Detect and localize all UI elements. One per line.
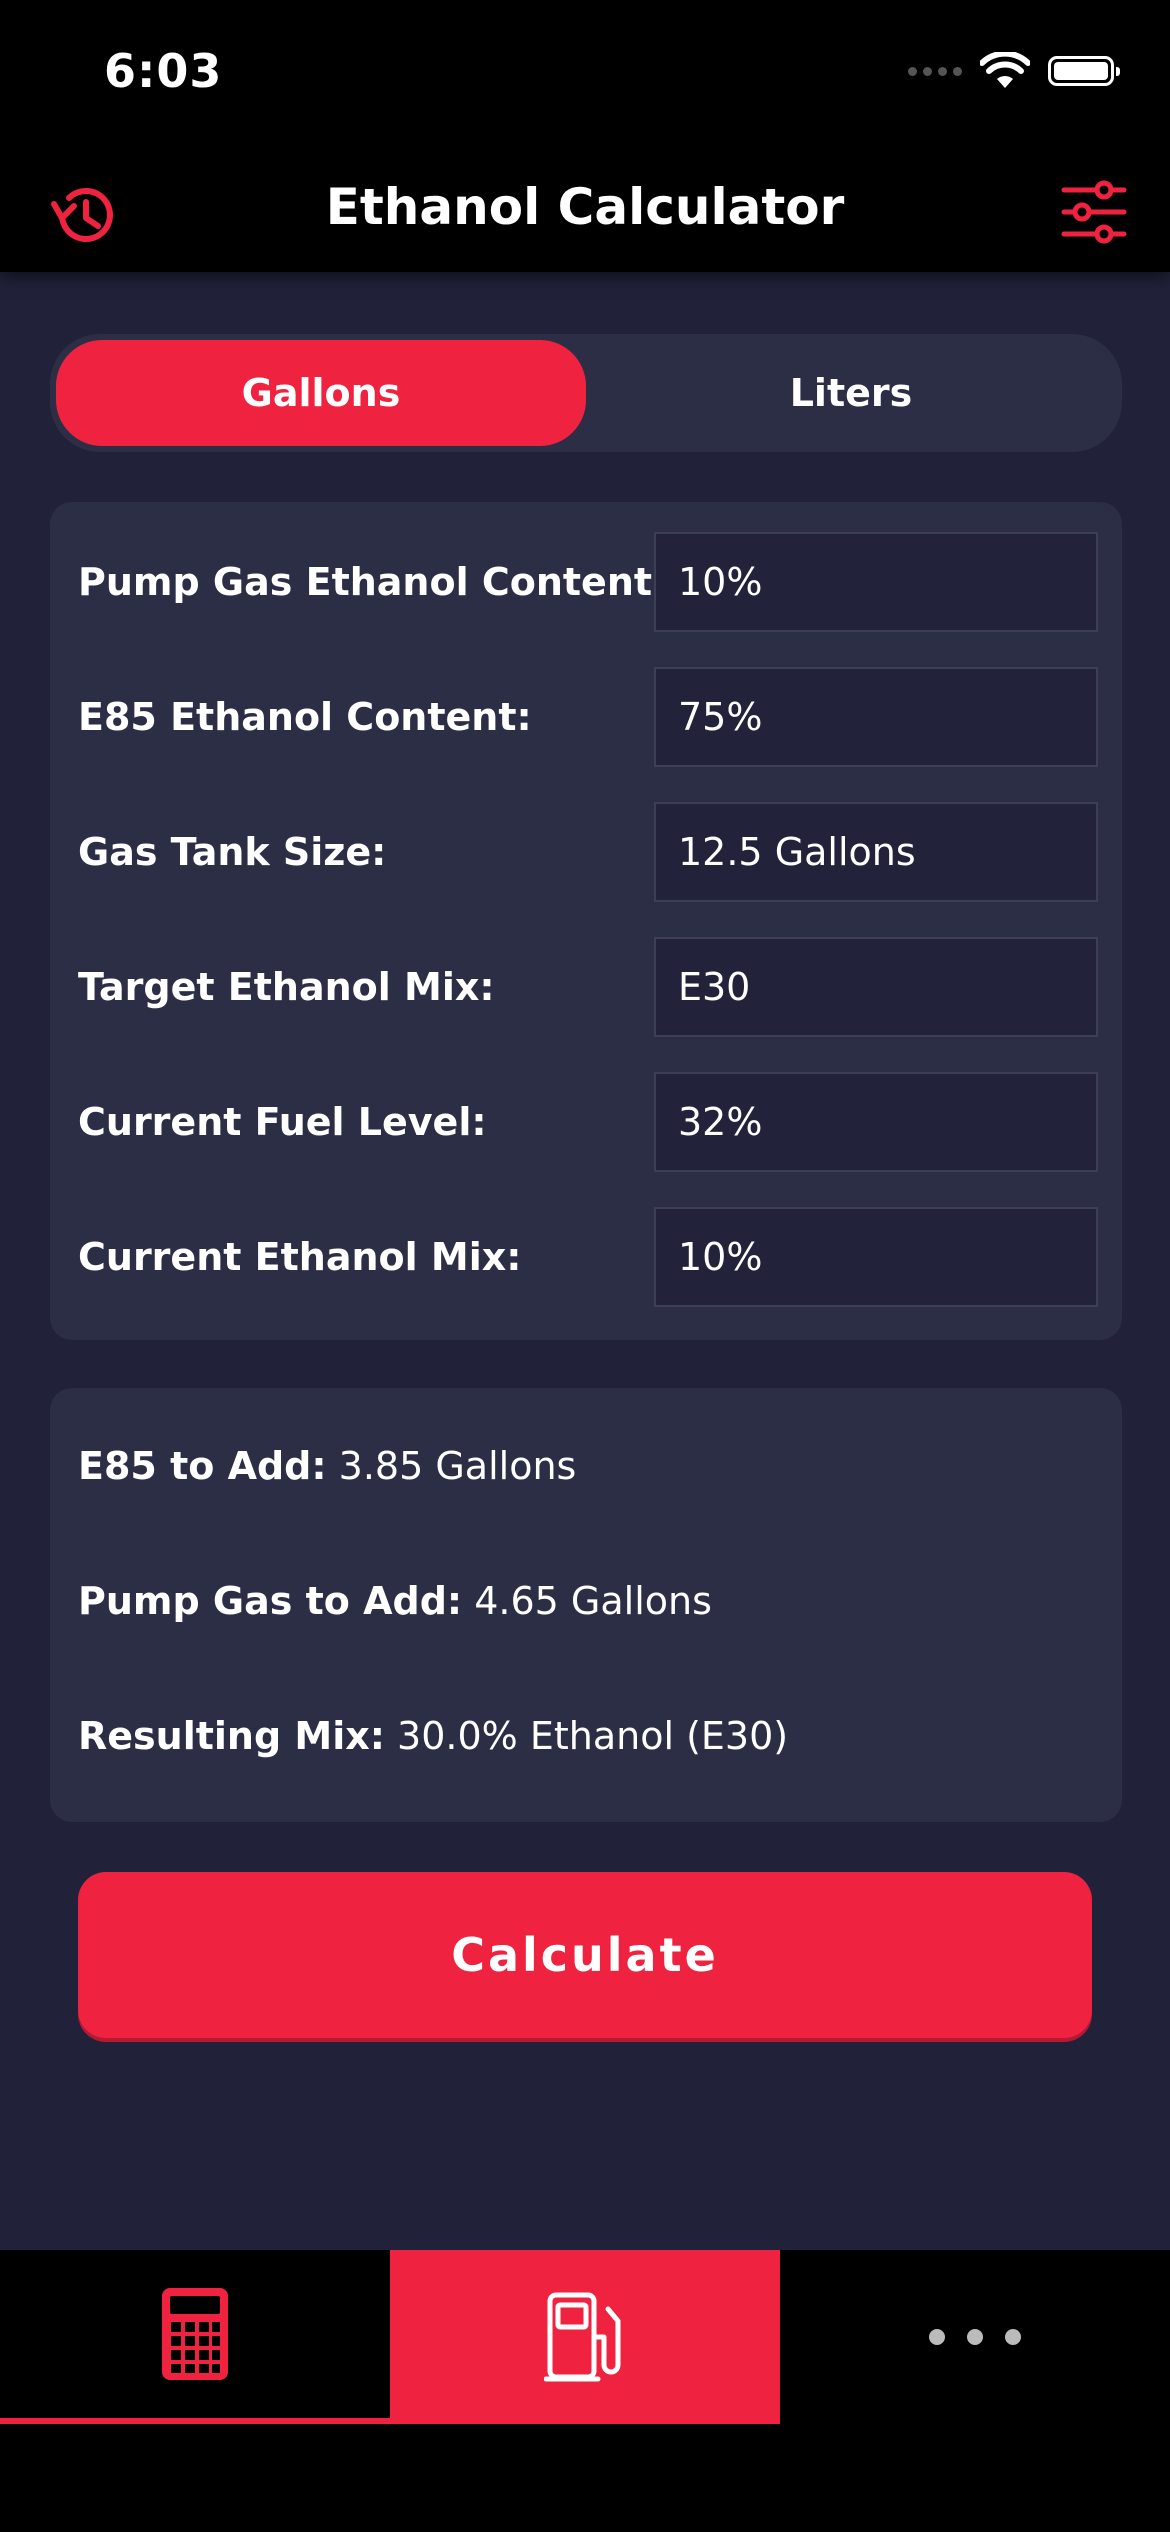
inputs-card: Pump Gas Ethanol Content: E85 Ethanol Co… bbox=[50, 502, 1122, 1340]
resulting-mix-label: Resulting Mix: bbox=[78, 1714, 385, 1758]
pump-gas-to-add-value: 4.65 Gallons bbox=[474, 1579, 712, 1623]
fuel-pump-icon bbox=[544, 2292, 621, 2382]
pump-gas-to-add-result: Pump Gas to Add: 4.65 Gallons bbox=[78, 1579, 712, 1623]
resulting-mix-value: 30.0% Ethanol (E30) bbox=[397, 1714, 789, 1758]
current-fuel-level-label: Current Fuel Level: bbox=[78, 1100, 487, 1144]
more-icon bbox=[929, 2329, 1021, 2345]
settings-sliders-icon[interactable] bbox=[1060, 178, 1128, 246]
gas-tank-size-row: Gas Tank Size: bbox=[50, 802, 1122, 902]
nav-bar: Ethanol Calculator bbox=[0, 150, 1170, 272]
tab-fuel[interactable] bbox=[390, 2250, 780, 2424]
target-ethanol-mix-row: Target Ethanol Mix: bbox=[50, 937, 1122, 1037]
e85-ethanol-row: E85 Ethanol Content: bbox=[50, 667, 1122, 767]
battery-icon bbox=[1048, 56, 1120, 86]
e85-ethanol-label: E85 Ethanol Content: bbox=[78, 695, 532, 739]
results-card: E85 to Add: 3.85 Gallons Pump Gas to Add… bbox=[50, 1388, 1122, 1822]
e85-to-add-value: 3.85 Gallons bbox=[338, 1444, 577, 1488]
current-ethanol-mix-label: Current Ethanol Mix: bbox=[78, 1235, 522, 1279]
unit-liters-button[interactable]: Liters bbox=[586, 340, 1116, 446]
current-fuel-level-row: Current Fuel Level: bbox=[50, 1072, 1122, 1172]
calculate-button[interactable]: Calculate bbox=[78, 1872, 1092, 2038]
gas-tank-size-input[interactable] bbox=[654, 802, 1098, 902]
current-ethanol-mix-input[interactable] bbox=[654, 1207, 1098, 1307]
target-ethanol-mix-label: Target Ethanol Mix: bbox=[78, 965, 495, 1009]
e85-to-add-result: E85 to Add: 3.85 Gallons bbox=[78, 1444, 576, 1488]
e85-to-add-label: E85 to Add: bbox=[78, 1444, 327, 1488]
tab-bar bbox=[0, 2250, 1170, 2532]
pump-gas-ethanol-input[interactable] bbox=[654, 532, 1098, 632]
status-icons bbox=[908, 52, 1120, 90]
unit-selector: Gallons Liters bbox=[50, 334, 1122, 452]
page-title: Ethanol Calculator bbox=[325, 178, 845, 236]
target-ethanol-mix-input[interactable] bbox=[654, 937, 1098, 1037]
resulting-mix-result: Resulting Mix: 30.0% Ethanol (E30) bbox=[78, 1714, 788, 1758]
current-ethanol-mix-row: Current Ethanol Mix: bbox=[50, 1207, 1122, 1307]
current-fuel-level-input[interactable] bbox=[654, 1072, 1098, 1172]
e85-ethanol-input[interactable] bbox=[654, 667, 1098, 767]
pump-gas-ethanol-label: Pump Gas Ethanol Content: bbox=[78, 560, 668, 604]
unit-gallons-button[interactable]: Gallons bbox=[56, 340, 586, 446]
tab-calculator[interactable] bbox=[0, 2250, 390, 2424]
calculator-icon bbox=[162, 2288, 228, 2380]
pump-gas-to-add-label: Pump Gas to Add: bbox=[78, 1579, 463, 1623]
tab-more[interactable] bbox=[780, 2250, 1170, 2424]
gas-tank-size-label: Gas Tank Size: bbox=[78, 830, 387, 874]
status-bar: 6:03 bbox=[0, 0, 1170, 150]
status-time: 6:03 bbox=[104, 44, 223, 98]
cellular-signal-icon bbox=[908, 66, 962, 76]
pump-gas-ethanol-row: Pump Gas Ethanol Content: bbox=[50, 532, 1122, 632]
wifi-icon bbox=[980, 52, 1030, 88]
